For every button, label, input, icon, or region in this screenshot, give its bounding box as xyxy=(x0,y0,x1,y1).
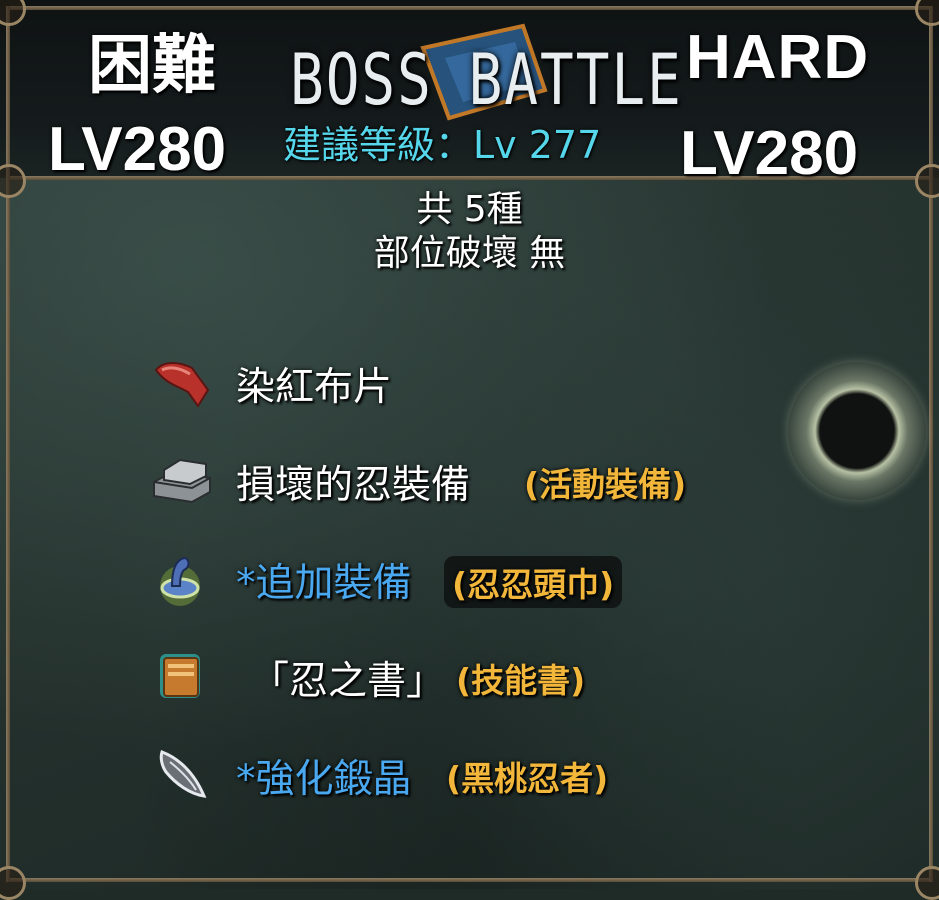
drop-item-name: 染紅布片 xyxy=(236,365,393,410)
difficulty-label-en: HARD xyxy=(686,23,870,92)
frame-bottom xyxy=(6,878,933,882)
drop-item-tag: (技能書) xyxy=(456,661,586,700)
red-cloth-icon xyxy=(154,362,210,408)
enhance-crystal-icon xyxy=(159,750,207,798)
drop-item-tag: (忍忍頭巾) xyxy=(444,556,623,608)
ninja-hood-icon xyxy=(160,556,200,606)
boss-level-left: LV280 xyxy=(48,115,227,184)
drop-item-name: 「忍之書」 xyxy=(250,659,446,704)
drop-item-tag: (黑桃忍者) xyxy=(446,759,609,798)
drop-item-name: *強化鍛晶 xyxy=(236,757,412,802)
metal-ingot-icon xyxy=(153,458,211,504)
recommended-level: 建議等級：Lv 277 xyxy=(283,123,602,167)
drop-item-name: *追加裝備 xyxy=(236,561,412,606)
frame-left xyxy=(6,6,10,882)
frame-top xyxy=(6,6,933,10)
boss-level-right: LV280 xyxy=(680,119,859,188)
virtual-joystick-button[interactable] xyxy=(788,362,926,500)
frame-corner-ornament xyxy=(915,866,939,900)
boss-battle-title: BOSS BATTLE xyxy=(290,40,683,122)
skill-book-icon xyxy=(160,654,200,698)
part-break-status: 部位破壞 無 xyxy=(373,233,566,274)
drop-item-name: 損壞的忍裝備 xyxy=(236,463,471,508)
frame-right xyxy=(929,6,933,882)
drop-item-tag: (活動裝備) xyxy=(524,465,687,504)
difficulty-label-jp: 困難 xyxy=(88,29,216,103)
